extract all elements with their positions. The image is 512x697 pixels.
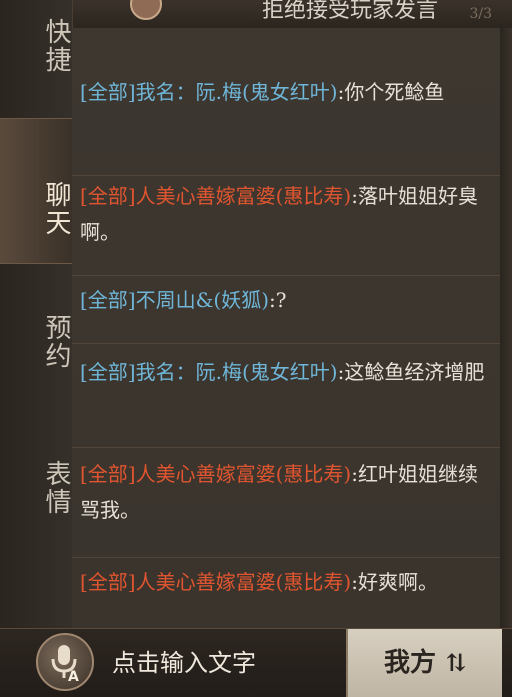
- chat-scrollbar[interactable]: [500, 28, 512, 628]
- input-bar: A 点击输入文字 我方 ⇅: [0, 628, 512, 697]
- sender-name[interactable]: 人美心善嫁富婆(惠比寿): [136, 184, 352, 208]
- channel-tag: [全部]: [80, 184, 136, 208]
- message-text: :好爽啊。: [351, 570, 438, 594]
- message-text: :你个死鲶鱼: [337, 80, 445, 104]
- microphone-icon[interactable]: A: [36, 633, 94, 691]
- tab-shortcut[interactable]: 快捷: [0, 6, 72, 86]
- chat-message: [全部]人美心善嫁富婆(惠比寿):好爽啊。: [72, 554, 500, 628]
- chat-message: [全部]我名：阮.梅(鬼女红叶):这鲶鱼经济增肥: [72, 344, 500, 448]
- tab-chat[interactable]: 聊天: [0, 118, 72, 264]
- channel-tag: [全部]: [80, 288, 136, 312]
- chat-input[interactable]: 点击输入文字: [112, 643, 340, 683]
- sender-name[interactable]: 不周山&(妖狐): [136, 288, 269, 312]
- chat-message: [全部]人美心善嫁富婆(惠比寿):落叶姐姐好臭啊。: [72, 168, 500, 276]
- message-count: 3/3: [469, 6, 492, 22]
- channel-tag: [全部]: [80, 360, 136, 384]
- sender-name[interactable]: 人美心善嫁富婆(惠比寿): [136, 462, 352, 486]
- avatar[interactable]: [130, 0, 162, 20]
- channel-tag: [全部]: [80, 462, 136, 486]
- chat-message: [全部]不周山&(妖狐):?: [72, 272, 500, 344]
- sender-name[interactable]: 人美心善嫁富婆(惠比寿): [136, 570, 352, 594]
- chat-panel[interactable]: [全部]我名：阮.梅(鬼女红叶):你个死鲶鱼 [全部]人美心善嫁富婆(惠比寿):…: [72, 28, 500, 628]
- message-text: :这鲶鱼经济增肥: [337, 360, 485, 384]
- svg-text:A: A: [68, 669, 79, 683]
- channel-switch-button[interactable]: 我方 ⇅: [346, 629, 502, 697]
- sender-name[interactable]: 我名：阮.梅(鬼女红叶): [136, 360, 338, 384]
- header-title: 拒绝接受玩家发言: [262, 0, 439, 23]
- swap-icon: ⇅: [445, 648, 467, 677]
- chat-message: [全部]人美心善嫁富婆(惠比寿):红叶姐姐继续骂我。: [72, 446, 500, 558]
- tab-appointment[interactable]: 预约: [0, 302, 72, 382]
- chat-message: [全部]我名：阮.梅(鬼女红叶):你个死鲶鱼: [72, 64, 500, 176]
- sender-name[interactable]: 我名：阮.梅(鬼女红叶): [136, 80, 338, 104]
- message-text: :?: [269, 288, 287, 312]
- side-tabs: 快捷 聊天 预约 表情: [0, 0, 73, 696]
- top-bar: 拒绝接受玩家发言 3/3: [72, 0, 512, 29]
- channel-tag: [全部]: [80, 80, 136, 104]
- tab-emoji[interactable]: 表情: [0, 448, 72, 528]
- channel-tag: [全部]: [80, 570, 136, 594]
- channel-label: 我方: [383, 648, 436, 678]
